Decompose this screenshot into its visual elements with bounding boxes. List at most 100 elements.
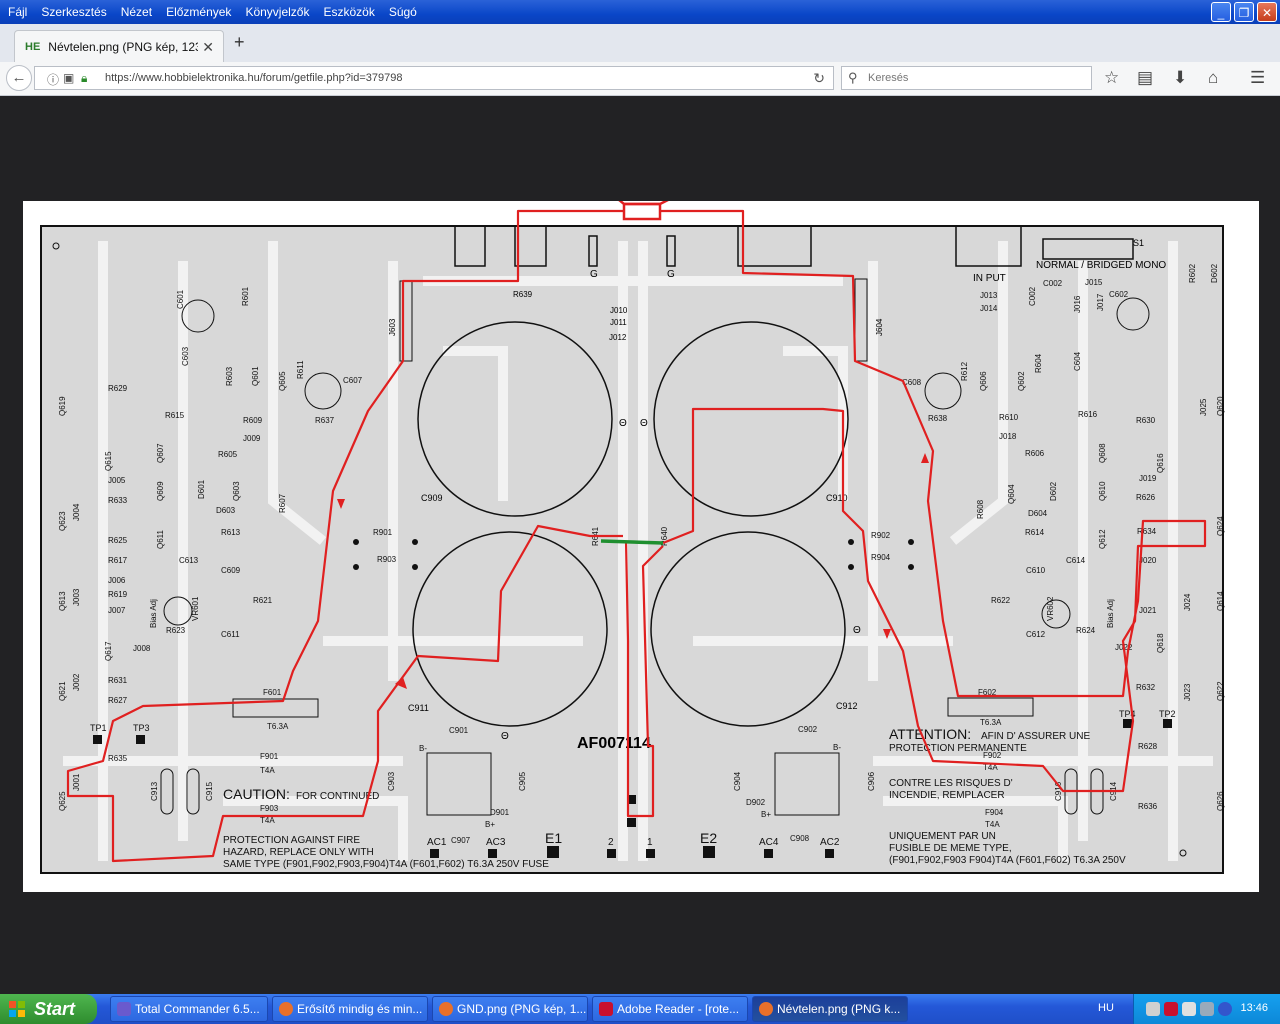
label-c002: C002 — [1028, 286, 1037, 306]
url-text[interactable]: https://www.hobbielektronika.hu/forum/ge… — [105, 72, 403, 84]
firefox-icon — [439, 1002, 453, 1016]
menu-help[interactable]: Súgó — [383, 5, 423, 19]
model-number: AF007114 — [577, 735, 651, 752]
label-f904: F904 — [985, 808, 1004, 817]
clock[interactable]: 13:46 — [1240, 1002, 1268, 1014]
label-q609: Q609 — [156, 481, 165, 501]
permissions-icon[interactable]: ▣ — [63, 71, 74, 85]
label-d902: D902 — [746, 798, 766, 807]
label-r637: R637 — [315, 416, 335, 425]
label-ac2: AC2 — [820, 837, 840, 848]
label-r632: R632 — [1136, 683, 1156, 692]
label-f903: F903 — [260, 804, 279, 813]
label-r608: R608 — [976, 499, 985, 519]
windows-logo-icon — [9, 1001, 25, 1017]
url-bar[interactable]: ⓘ ▣ 🔒︎ https://www.hobbielektronika.hu/f… — [34, 66, 834, 90]
label-r903: R903 — [377, 555, 397, 564]
reading-list-icon[interactable]: ▤ — [1137, 68, 1153, 88]
close-button[interactable]: ✕ — [1257, 2, 1277, 22]
label-c902: C902 — [798, 725, 818, 734]
label-r636: R636 — [1138, 802, 1158, 811]
device-icon[interactable] — [1200, 1002, 1214, 1016]
label-r612: R612 — [960, 361, 969, 381]
menu-bookmarks[interactable]: Könyvjelzők — [239, 5, 315, 19]
tab-close-icon[interactable]: ✕ — [202, 39, 214, 56]
label-b-minus-right: B- — [833, 743, 841, 752]
label-j603: J603 — [388, 318, 397, 336]
info-icon[interactable]: ⓘ — [47, 71, 59, 88]
label-r604: R604 — [1034, 353, 1043, 373]
label-j007: J007 — [108, 606, 126, 615]
label-r633: R633 — [108, 496, 128, 505]
start-button[interactable]: Start — [0, 994, 97, 1024]
label-r901: R901 — [373, 528, 393, 537]
bluetooth-icon[interactable] — [1218, 1002, 1232, 1016]
search-input[interactable]: ⚲ Keresés — [841, 66, 1092, 90]
label-theta-3: Θ — [501, 731, 509, 742]
taskbar-item-firefox-active[interactable]: Névtelen.png (PNG k... — [752, 996, 908, 1022]
label-r638: R638 — [928, 414, 948, 423]
adobe-reader-icon — [599, 1002, 613, 1016]
menu-history[interactable]: Előzmények — [160, 5, 237, 19]
protection-line-3: SAME TYPE (F901,F902,F903,F904)T4A (F601… — [223, 859, 549, 870]
label-r614: R614 — [1025, 528, 1045, 537]
taskbar-item-adobe-reader[interactable]: Adobe Reader - [rote... — [592, 996, 748, 1022]
label-q611: Q611 — [156, 529, 165, 549]
label-j016: J016 — [1073, 295, 1082, 313]
protection-line-2: HAZARD, REPLACE ONLY WITH — [223, 847, 374, 858]
label-e1: E1 — [545, 830, 562, 846]
menu-edit[interactable]: Szerkesztés — [35, 5, 112, 19]
label-q616: Q616 — [1156, 453, 1165, 473]
label-q614: Q614 — [1216, 591, 1225, 611]
tab-title: Névtelen.png (PNG kép, 1237... — [48, 40, 198, 54]
new-tab-button[interactable]: + — [234, 32, 245, 53]
label-c613: C613 — [179, 556, 199, 565]
bookmark-star-icon[interactable]: ☆ — [1104, 68, 1119, 88]
label-q601: Q601 — [251, 366, 260, 386]
label-j001: J001 — [72, 773, 81, 791]
label-r627: R627 — [108, 696, 128, 705]
download-icon[interactable]: ⬇ — [1173, 68, 1187, 88]
label-g-right: G — [667, 269, 675, 280]
contre-line-2: INCENDIE, REMPLACER — [889, 790, 1005, 801]
tab-active[interactable]: HE Névtelen.png (PNG kép, 1237... ✕ — [14, 30, 224, 63]
label-d601: D601 — [197, 479, 206, 499]
taskbar-item-firefox-1[interactable]: Erősítő mindig és min... — [272, 996, 428, 1022]
network-icon[interactable] — [1146, 1002, 1160, 1016]
label-r611: R611 — [296, 360, 305, 379]
label-r615: R615 — [165, 411, 185, 420]
label-d602: D602 — [1049, 481, 1058, 501]
menu-view[interactable]: Nézet — [115, 5, 158, 19]
uniq-line-3: (F901,F902,F903 F904)T4A (F601,F602) T6.… — [889, 855, 1126, 866]
search-icon: ⚲ — [848, 70, 858, 85]
label-d901: D901 — [490, 808, 510, 817]
minimize-button[interactable]: _ — [1211, 2, 1231, 22]
maximize-button[interactable]: ❐ — [1234, 2, 1254, 22]
label-c911: C911 — [408, 703, 429, 713]
reload-icon[interactable]: ↻ — [813, 70, 825, 87]
label-r624: R624 — [1076, 626, 1096, 635]
taskbar-item-total-commander[interactable]: Total Commander 6.5... — [110, 996, 268, 1022]
label-d604: D604 — [1028, 509, 1048, 518]
back-icon[interactable]: ← — [6, 65, 32, 91]
label-r606: R606 — [1025, 449, 1045, 458]
label-t63a-left: T6.3A — [267, 722, 289, 731]
home-icon[interactable]: ⌂ — [1208, 68, 1218, 88]
label-c907: C907 — [451, 836, 471, 845]
taskbar-item-label: Erősítő mindig és min... — [297, 1002, 423, 1016]
label-t4a-2: T4A — [260, 816, 275, 825]
label-q625: Q625 — [58, 791, 67, 811]
label-j018: J018 — [999, 432, 1017, 441]
language-indicator[interactable]: HU — [1098, 1002, 1114, 1014]
label-q622: Q622 — [1216, 681, 1225, 701]
menu-file[interactable]: Fájl — [2, 5, 33, 19]
label-bias-adj-right: Bias Adj — [1106, 599, 1115, 628]
label-bias-adj-left: Bias Adj — [149, 599, 158, 628]
menu-icon[interactable]: ☰ — [1250, 68, 1265, 88]
label-j006: J006 — [108, 576, 126, 585]
menu-tools[interactable]: Eszközök — [317, 5, 380, 19]
volume-icon[interactable] — [1182, 1002, 1196, 1016]
security-shield-icon[interactable] — [1164, 1002, 1178, 1016]
label-j004: J004 — [72, 503, 81, 521]
taskbar-item-firefox-2[interactable]: GND.png (PNG kép, 1... — [432, 996, 588, 1022]
